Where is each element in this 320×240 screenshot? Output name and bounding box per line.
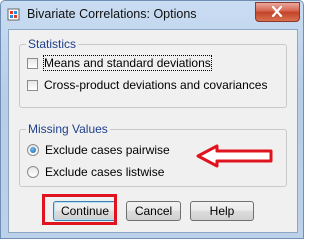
annotation-highlight-box [42, 194, 117, 225]
missing-values-group-label: Missing Values [26, 122, 110, 136]
left-arrow-icon [196, 144, 273, 168]
close-button[interactable] [255, 2, 300, 22]
statistics-group: Statistics Means and standard deviations… [19, 37, 287, 108]
exclude-listwise-radio[interactable]: Exclude cases listwise [27, 164, 164, 180]
cross-product-checkbox[interactable]: Cross-product deviations and covariances [27, 77, 267, 93]
checkbox-box[interactable] [27, 79, 38, 91]
radio-label: Exclude cases pairwise [45, 143, 170, 157]
help-button[interactable]: Help [190, 201, 254, 221]
means-std-dev-checkbox[interactable]: Means and standard deviations [27, 55, 212, 71]
spss-dialog-icon [7, 8, 20, 21]
statistics-group-label: Statistics [26, 37, 79, 51]
checkbox-label: Cross-product deviations and covariances [44, 78, 268, 92]
window-title: Bivariate Correlations: Options [27, 7, 197, 21]
cancel-button[interactable]: Cancel [126, 201, 181, 221]
help-label: Help [209, 204, 235, 218]
checkbox-box[interactable] [27, 57, 38, 69]
checkbox-label: Means and standard deviations [43, 55, 212, 71]
radio-button-selected[interactable] [27, 144, 39, 156]
close-icon [271, 6, 283, 17]
exclude-pairwise-radio[interactable]: Exclude cases pairwise [27, 142, 170, 158]
radio-label: Exclude cases listwise [45, 165, 165, 179]
cancel-label: Cancel [134, 204, 173, 218]
title-bar[interactable]: Bivariate Correlations: Options [1, 1, 303, 29]
radio-button[interactable] [27, 166, 39, 178]
